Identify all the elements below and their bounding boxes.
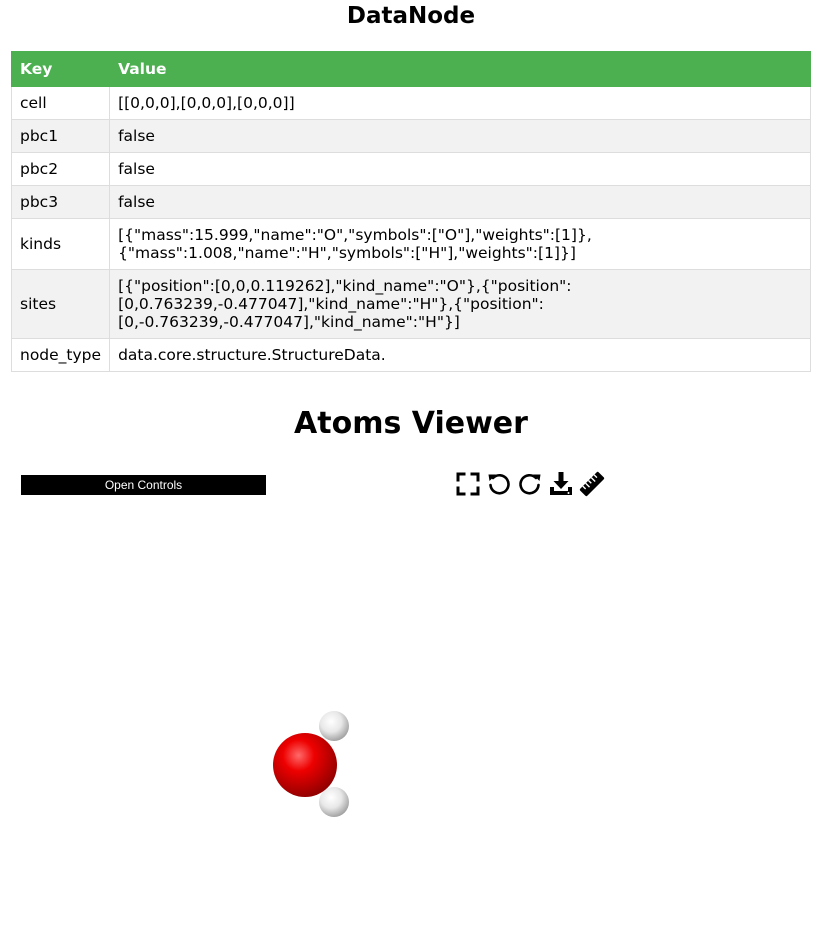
row-value: [{"position":[0,0,0.119262],"kind_name":…: [109, 269, 811, 339]
open-controls-button[interactable]: Open Controls: [21, 475, 266, 495]
row-key: pbc2: [10, 152, 111, 186]
row-value: [{"mass":15.999,"name":"O","symbols":["O…: [109, 218, 811, 270]
table-row: pbc2 false: [10, 152, 811, 186]
table-row: node_type data.core.structure.StructureD…: [10, 338, 811, 372]
page-title: DataNode: [346, 3, 476, 29]
row-key: sites: [10, 269, 111, 339]
viewer-title: Atoms Viewer: [294, 406, 528, 441]
row-key: cell: [10, 86, 111, 120]
column-header-value: Value: [109, 51, 811, 87]
row-value: data.core.structure.StructureData.: [109, 338, 811, 372]
table-row: kinds [{"mass":15.999,"name":"O","symbol…: [10, 218, 811, 270]
hydrogen-atom-2[interactable]: [319, 787, 349, 817]
row-key: node_type: [10, 338, 111, 372]
table-row: sites [{"position":[0,0,0.119262],"kind_…: [10, 269, 811, 339]
download-icon[interactable]: [548, 471, 574, 497]
row-key: kinds: [10, 218, 111, 270]
row-key: pbc1: [10, 119, 111, 153]
viewer-toolbar: [455, 470, 605, 498]
row-value: false: [109, 152, 811, 186]
data-table: Key Value cell [[0,0,0],[0,0,0],[0,0,0]]…: [10, 51, 811, 372]
oxygen-atom[interactable]: [273, 733, 337, 797]
ruler-icon[interactable]: [579, 471, 605, 497]
row-key: pbc3: [10, 185, 111, 219]
column-header-key: Key: [10, 51, 111, 87]
rotate-right-icon[interactable]: [517, 471, 543, 497]
rotate-left-icon[interactable]: [486, 471, 512, 497]
table-row: pbc1 false: [10, 119, 811, 153]
row-value: [[0,0,0],[0,0,0],[0,0,0]]: [109, 86, 811, 120]
row-value: false: [109, 119, 811, 153]
table-row: pbc3 false: [10, 185, 811, 219]
fullscreen-icon[interactable]: [455, 471, 481, 497]
table-row: cell [[0,0,0],[0,0,0],[0,0,0]]: [10, 86, 811, 120]
hydrogen-atom-1[interactable]: [319, 711, 349, 741]
atoms-viewer-canvas[interactable]: [11, 505, 811, 925]
row-value: false: [109, 185, 811, 219]
table-header-row: Key Value: [10, 51, 811, 87]
